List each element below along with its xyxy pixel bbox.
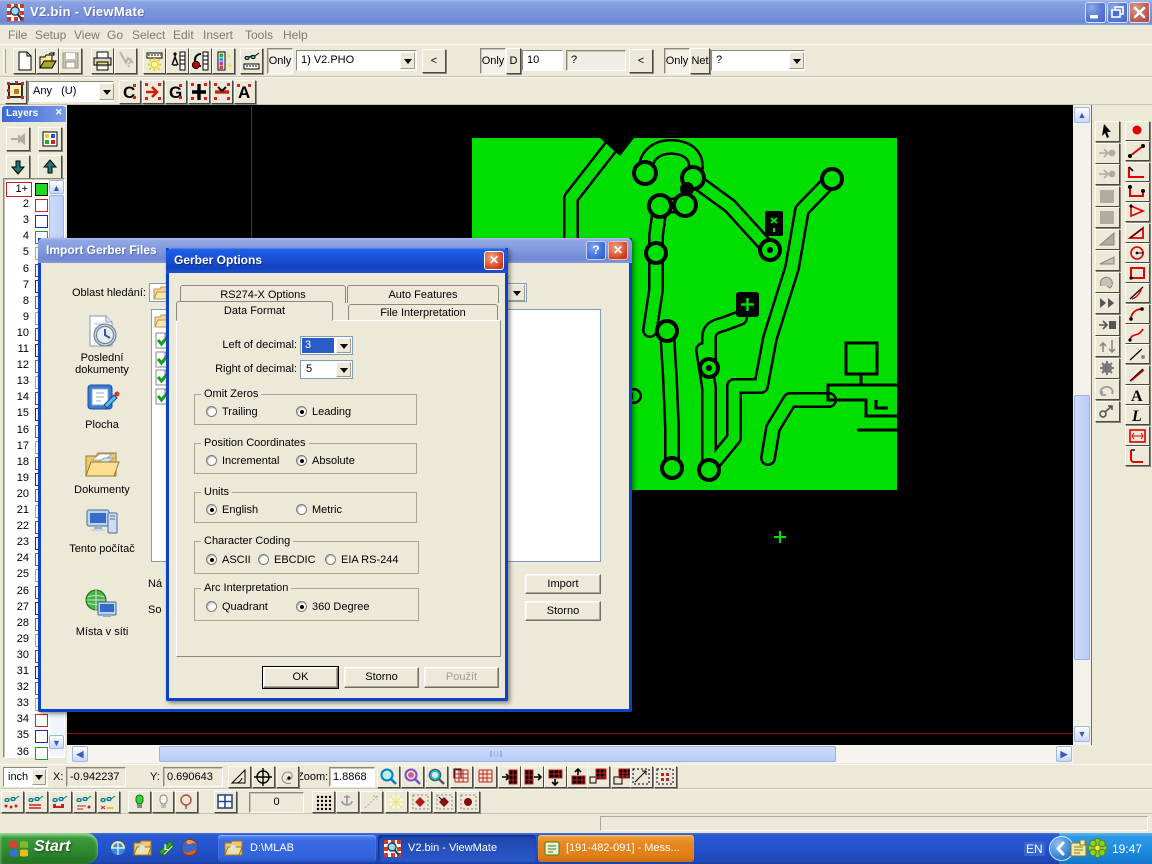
svg-text:A: A [1131, 388, 1143, 404]
svg-text:L: L [1131, 408, 1142, 424]
svg-text:L: L [164, 843, 169, 852]
svg-text:?: ? [125, 55, 133, 70]
